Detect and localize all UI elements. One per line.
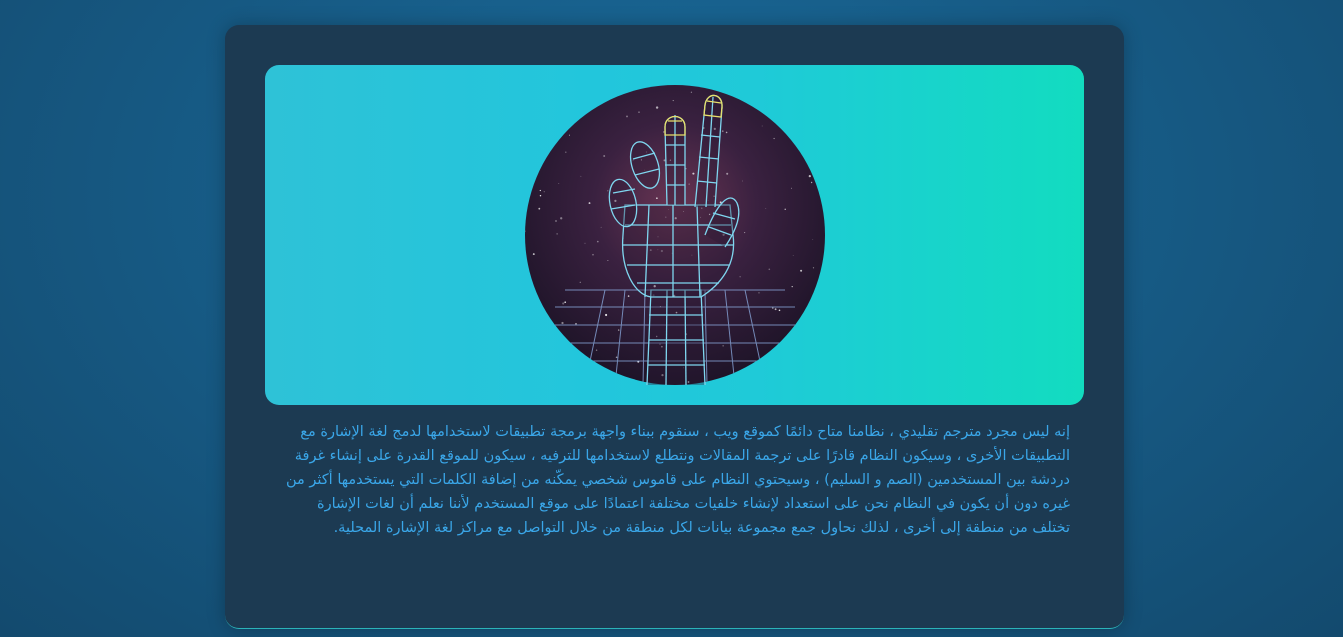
star-dot bbox=[790, 187, 793, 189]
star-dot bbox=[549, 127, 550, 129]
star-dot bbox=[722, 345, 724, 347]
star-dot bbox=[656, 197, 658, 199]
star-dot bbox=[576, 98, 580, 102]
star-dot bbox=[596, 369, 598, 371]
star-dot bbox=[735, 88, 737, 90]
star-dot bbox=[575, 322, 577, 325]
content-card: إنه ليس مجرد مترجم تقليدي ، نظامنا متاح … bbox=[225, 25, 1124, 629]
star-dot bbox=[791, 285, 793, 288]
star-dot bbox=[575, 95, 576, 97]
star-dot bbox=[528, 158, 530, 160]
star-dot bbox=[808, 175, 811, 178]
star-dot bbox=[612, 384, 614, 385]
star-dot bbox=[525, 377, 527, 380]
star-dot bbox=[774, 308, 777, 311]
peace-sign-wireframe-hand-icon bbox=[525, 85, 825, 385]
star-dot bbox=[607, 190, 609, 192]
star-dot bbox=[579, 281, 581, 283]
star-dot bbox=[626, 115, 628, 118]
star-dot bbox=[802, 342, 805, 345]
star-dot bbox=[588, 202, 591, 205]
star-dot bbox=[739, 276, 741, 278]
star-dot bbox=[812, 267, 815, 269]
star-dot bbox=[596, 240, 599, 243]
star-dot bbox=[541, 161, 543, 163]
star-dot bbox=[721, 130, 724, 133]
star-dot bbox=[545, 133, 547, 134]
star-dot bbox=[575, 380, 577, 382]
star-dot bbox=[564, 87, 567, 90]
star-dot bbox=[638, 111, 640, 113]
star-dot bbox=[607, 260, 609, 262]
star-dot bbox=[627, 295, 630, 297]
star-dot bbox=[758, 292, 760, 294]
star-dot bbox=[809, 85, 811, 87]
star-dot bbox=[562, 302, 565, 305]
star-dot bbox=[539, 194, 542, 197]
star-dot bbox=[672, 100, 674, 102]
star-dot bbox=[813, 323, 816, 326]
star-dot bbox=[600, 226, 602, 228]
star-dot bbox=[772, 379, 775, 382]
star-dot bbox=[623, 92, 625, 94]
star-dot bbox=[792, 255, 794, 256]
star-dot bbox=[531, 130, 534, 133]
star-dot bbox=[565, 151, 567, 153]
star-dot bbox=[558, 183, 560, 184]
star-dot bbox=[560, 217, 563, 220]
star-dot bbox=[663, 131, 665, 133]
star-dot bbox=[768, 268, 771, 271]
star-dot bbox=[536, 320, 540, 323]
star-dot bbox=[773, 137, 775, 140]
star-dot bbox=[617, 329, 620, 331]
star-dot bbox=[580, 175, 582, 177]
star-dot bbox=[726, 172, 729, 175]
star-dot bbox=[784, 208, 786, 210]
star-dot bbox=[814, 352, 816, 354]
star-dot bbox=[692, 172, 695, 175]
star-dot bbox=[532, 253, 535, 256]
star-dot bbox=[574, 85, 577, 87]
star-dot bbox=[529, 177, 532, 179]
star-dot bbox=[604, 371, 606, 373]
hero-banner bbox=[265, 65, 1084, 405]
star-dot bbox=[720, 86, 722, 88]
star-dot bbox=[555, 220, 557, 222]
star-dot bbox=[778, 309, 781, 312]
star-dot bbox=[690, 91, 692, 93]
star-dot bbox=[725, 131, 728, 134]
star-dot bbox=[761, 125, 763, 127]
star-dot bbox=[595, 349, 598, 351]
star-dot bbox=[592, 253, 594, 256]
star-dot bbox=[615, 356, 618, 359]
star-dot bbox=[539, 189, 541, 192]
star-dot bbox=[776, 370, 778, 372]
star-dot bbox=[812, 238, 814, 240]
star-dot bbox=[547, 348, 549, 350]
star-dot bbox=[800, 269, 803, 272]
star-dot bbox=[564, 301, 567, 304]
star-dot bbox=[742, 180, 743, 182]
star-dot bbox=[810, 181, 813, 184]
star-dot bbox=[561, 321, 564, 325]
star-dot bbox=[655, 106, 659, 109]
star-dot bbox=[538, 207, 541, 210]
star-dot bbox=[765, 208, 767, 209]
star-dot bbox=[568, 134, 571, 136]
star-dot bbox=[603, 155, 606, 157]
star-dot bbox=[790, 368, 792, 371]
star-dot bbox=[744, 232, 746, 234]
star-dot bbox=[584, 242, 586, 244]
star-dot bbox=[605, 313, 608, 317]
star-dot bbox=[688, 183, 690, 185]
description-paragraph: إنه ليس مجرد مترجم تقليدي ، نظامنا متاح … bbox=[285, 424, 1070, 536]
star-dot bbox=[543, 191, 545, 193]
star-dot bbox=[556, 233, 558, 235]
